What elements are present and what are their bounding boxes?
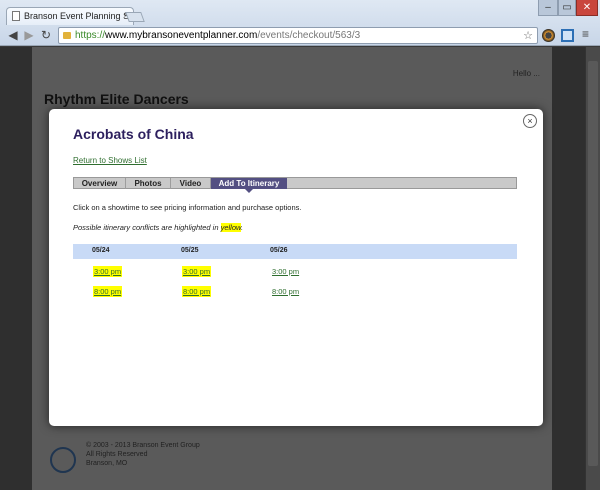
showtime-link[interactable]: 3:00 pm [93, 266, 123, 277]
scrollbar-thumb[interactable] [588, 61, 598, 466]
show-tabs: Overview Photos Video Add To Itinerary [73, 177, 517, 193]
footer-line: © 2003 - 2013 Branson Event Group [86, 442, 200, 449]
address-bar[interactable]: https://www.mybransoneventplanner.com/ev… [58, 27, 538, 44]
active-tab-caret-icon [245, 189, 253, 193]
extension-icon[interactable] [542, 29, 555, 42]
browser-tab[interactable]: Branson Event Planning Sy × [6, 7, 134, 25]
conflict-note-suffix: . [241, 223, 244, 232]
showtime-link[interactable]: 8:00 pm [271, 286, 300, 297]
tab-add-to-itinerary-label: Add To Itinerary [218, 179, 280, 188]
background-login-text: Hello ... [512, 69, 540, 78]
forward-icon[interactable]: ▶ [22, 28, 36, 42]
tab-add-to-itinerary[interactable]: Add To Itinerary [211, 178, 287, 193]
new-tab-button[interactable] [125, 12, 145, 22]
url-host: www.mybransoneventplanner.com [105, 30, 258, 41]
date-header-row: 05/24 05/25 05/26 [73, 244, 517, 259]
url-path: /events/checkout/563/3 [257, 30, 361, 41]
show-modal: × Acrobats of China Return to Shows List… [49, 109, 543, 426]
page-icon [12, 11, 20, 21]
minimize-button[interactable]: ‒ [538, 0, 558, 16]
return-to-shows-link[interactable]: Return to Shows List [73, 156, 147, 165]
footer-line: Branson, MO [86, 460, 128, 467]
maximize-button[interactable]: ▭ [558, 0, 576, 16]
page-scrollbar[interactable] [585, 47, 600, 490]
background-title: Rhythm Elite Dancers [44, 91, 189, 107]
showtime-link[interactable]: 3:00 pm [182, 266, 212, 277]
url-protocol: https:// [75, 30, 106, 41]
background-footer: © 2003 - 2013 Branson Event Group All Ri… [86, 441, 200, 468]
back-icon[interactable]: ◀ [6, 28, 20, 42]
footer-line: All Rights Reserved [86, 451, 148, 458]
show-title: Acrobats of China [73, 126, 194, 142]
date-header: 05/24 [92, 247, 110, 254]
date-header: 05/25 [181, 247, 199, 254]
tab-photos[interactable]: Photos [126, 178, 171, 189]
menu-icon[interactable]: ≡ [582, 28, 594, 40]
browser-toolbar: ◀ ▶ ↻ https://www.mybransoneventplanner.… [0, 25, 600, 46]
showtime-link[interactable]: 8:00 pm [93, 286, 123, 297]
conflict-highlight-word: yellow [220, 223, 242, 232]
extension-icon[interactable] [561, 29, 574, 42]
bookmark-star-icon[interactable]: ☆ [523, 29, 533, 42]
browser-tab-title: Branson Event Planning Sy [24, 11, 134, 21]
conflict-note-prefix: Possible itinerary conflicts are highlig… [73, 223, 219, 232]
browser-chrome: Branson Event Planning Sy × ‒ ▭ ✕ ◀ ▶ ↻ … [0, 0, 600, 46]
date-header: 05/26 [270, 247, 288, 254]
tab-overview[interactable]: Overview [74, 178, 126, 189]
tab-video[interactable]: Video [171, 178, 211, 189]
conflict-note: Possible itinerary conflicts are highlig… [73, 223, 243, 232]
showtime-link[interactable]: 8:00 pm [182, 286, 212, 297]
modal-close-button[interactable]: × [523, 114, 537, 128]
showtime-link[interactable]: 3:00 pm [271, 266, 300, 277]
lock-icon [63, 32, 71, 39]
window-close-button[interactable]: ✕ [576, 0, 598, 16]
showtime-instructions: Click on a showtime to see pricing infor… [73, 203, 302, 212]
footer-logo [50, 447, 76, 473]
tab-strip: Branson Event Planning Sy × ‒ ▭ ✕ [0, 0, 600, 25]
reload-icon[interactable]: ↻ [39, 28, 53, 42]
